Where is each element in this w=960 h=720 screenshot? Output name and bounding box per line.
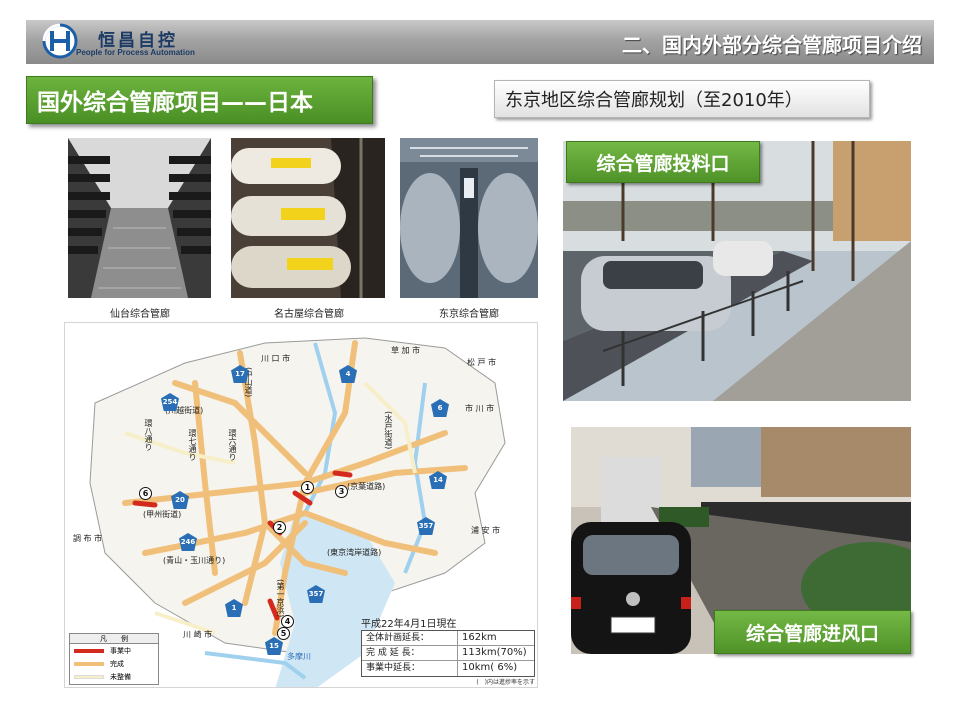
legend-item: 事業中: [70, 644, 158, 657]
stats-row: 完 成 延 長： 113km(70%): [362, 646, 534, 661]
nagoya-tunnel-photo: [231, 138, 385, 298]
map-label-chofu: 調 布 市: [73, 534, 103, 543]
map-legend: 凡 例 事業中 完成 未整備: [69, 633, 159, 685]
road-label-koshu: (甲州街道): [143, 510, 182, 519]
tokyo-utility-tunnel-map: 川 口 市 草 加 市 松 戸 市 市 川 市 浦 安 市 調 布 市 川 崎 …: [64, 322, 538, 688]
sub-title: 东京地区综合管廊规划（至2010年）: [494, 80, 870, 118]
logo-english-tagline: People for Process Automation: [76, 48, 195, 57]
vent-tag: 综合管廊进风口: [714, 610, 911, 654]
road-label-keiyo: (京葉道路): [347, 482, 386, 491]
stats-table: 全体計画延長： 162km 完 成 延 長： 113km(70%) 事業中延長：…: [361, 630, 535, 677]
tunnel-marker: 2: [273, 521, 286, 534]
map-label-kawasaki: 川 崎 市: [183, 630, 213, 639]
tokyo-caption: 东京综合管廊: [439, 309, 499, 320]
map-label-kannana: 環七通り: [188, 429, 197, 461]
map-label-kanroku: 環六通り: [228, 429, 237, 461]
map-stats-box: 平成22年4月1日現在 全体計画延長： 162km 完 成 延 長： 113km…: [361, 615, 535, 687]
stats-date: 平成22年4月1日現在: [361, 619, 457, 630]
map-label-tama-river: 多摩川: [287, 652, 311, 661]
legend-label: 完成: [110, 659, 124, 668]
road-label-tokyo-bay: (東京湾岸道路): [327, 548, 382, 557]
road-label-aoyama: (青山・玉川通り): [163, 556, 226, 565]
legend-label: 未整備: [110, 672, 131, 681]
stats-row: 全体計画延長： 162km: [362, 631, 534, 646]
map-label-soka: 草 加 市: [391, 346, 421, 355]
map-label-urayasu: 浦 安 市: [471, 526, 501, 535]
sendai-caption: 仙台综合管廊: [110, 309, 170, 320]
stats-value: 113km(70%): [462, 647, 527, 658]
stats-value: 162km: [462, 632, 497, 643]
legend-swatch: [74, 648, 104, 653]
feed-port-tag: 综合管廊投料口: [566, 141, 760, 183]
tunnel-marker: 5: [277, 627, 290, 640]
sendai-tunnel-photo: [68, 138, 211, 298]
stats-key: 事業中延長：: [362, 661, 458, 676]
stats-value: 10km( 6%): [462, 662, 518, 673]
legend-label: 事業中: [110, 646, 131, 655]
company-logo-icon: [42, 23, 78, 59]
header-bar: 恒昌自控 People for Process Automation 二、国内外…: [26, 20, 934, 64]
stats-note: ( )内は進捗率を示す: [476, 679, 535, 686]
header-title: 二、国内外部分综合管廊项目介绍: [622, 33, 922, 57]
map-label-kanpachi: 環八通り: [144, 419, 153, 451]
map-label-ichikawa: 市 川 市: [465, 404, 495, 413]
legend-swatch: [74, 661, 104, 666]
tunnel-marker: 3: [335, 485, 348, 498]
map-label-matsudo: 松 戸 市: [467, 358, 497, 367]
legend-swatch: [74, 674, 104, 679]
section-title: 国外综合管廊项目——日本: [26, 76, 373, 124]
stats-row: 事業中延長： 10km( 6%): [362, 661, 534, 676]
legend-item: 完成: [70, 657, 158, 670]
map-label-kawaguchi: 川 口 市: [261, 354, 291, 363]
nagoya-caption: 名古屋综合管廊: [274, 309, 344, 320]
stats-key: 完 成 延 長：: [362, 646, 458, 660]
tunnel-marker: 1: [301, 481, 314, 494]
legend-title: 凡 例: [70, 634, 158, 644]
tokyo-tunnel-photo: [400, 138, 538, 298]
road-label-mito: (水戸街道): [384, 411, 393, 450]
tunnel-marker: 6: [139, 487, 152, 500]
road-label-daisan: (第一京浜): [276, 579, 285, 618]
stats-key: 全体計画延長：: [362, 631, 458, 645]
legend-item: 未整備: [70, 670, 158, 683]
